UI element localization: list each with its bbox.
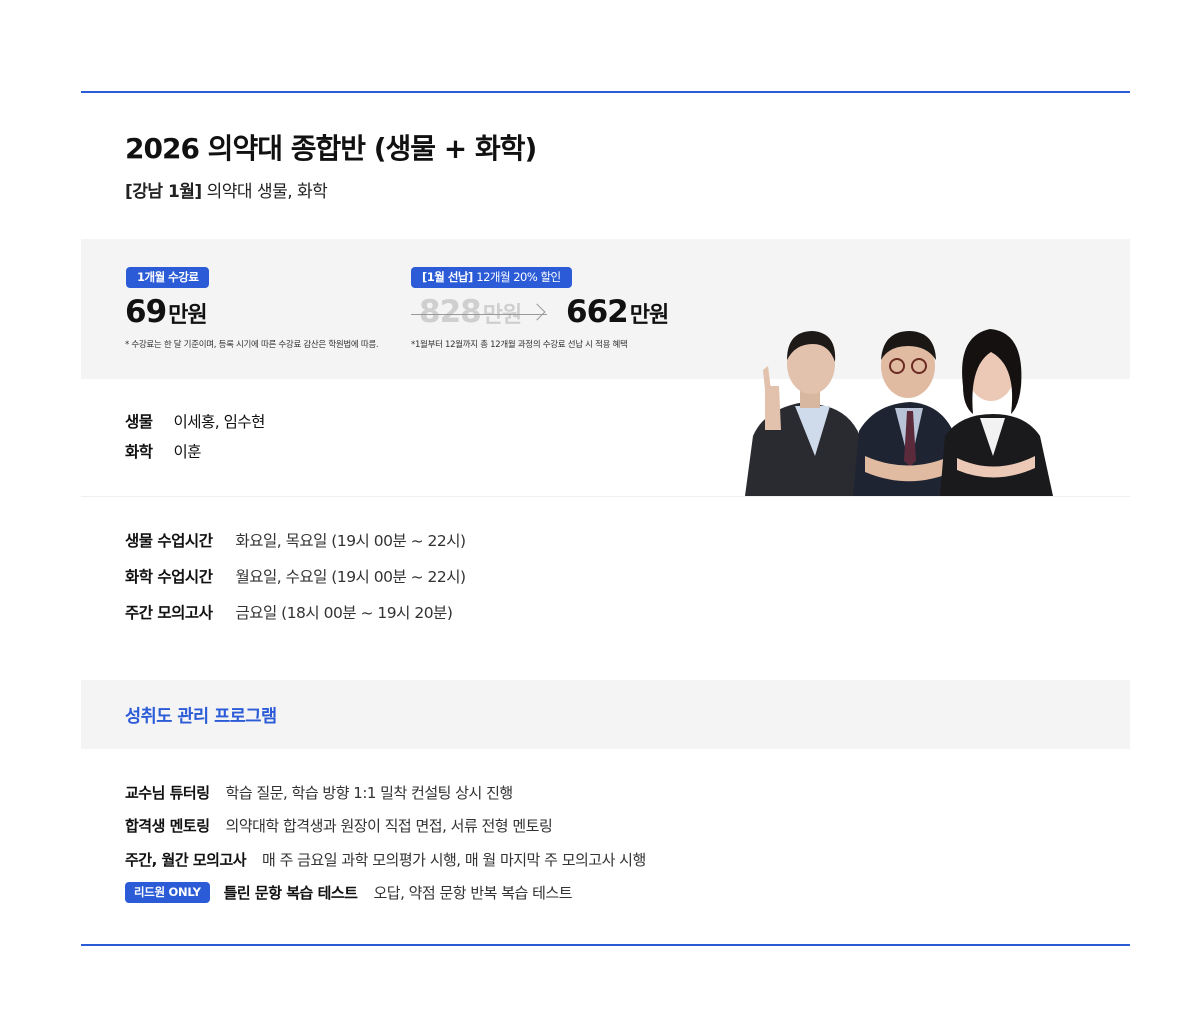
- monthly-price-amount: 69: [125, 294, 167, 330]
- schedule-label: 생물 수업시간: [125, 532, 213, 550]
- course-subjects: 의약대 생물, 화학: [206, 182, 328, 202]
- exclusive-badge: 리드원 ONLY: [125, 882, 210, 903]
- teacher-names: 이세홍, 임수현: [173, 413, 265, 431]
- original-price: 828만원: [419, 294, 522, 330]
- monthly-fee-note: * 수강료는 한 달 기준이며, 등록 시기에 따른 수강료 감산은 학원법에 …: [125, 340, 379, 350]
- discount-price-unit: 만원: [629, 303, 669, 328]
- schedule-value: 금요일 (18시 00분 ~ 19시 20분): [235, 604, 453, 622]
- program-item-desc: 의약대학 합격생과 원장이 직접 면접, 서류 전형 멘토링: [225, 817, 553, 835]
- bottom-divider: [81, 944, 1130, 946]
- program-item-desc: 오답, 약점 문항 반복 복습 테스트: [373, 884, 572, 902]
- schedule-label: 화학 수업시간: [125, 568, 213, 586]
- course-title: 2026 의약대 종합반 (생물 + 화학): [125, 132, 537, 165]
- program-item: 리드원 ONLY 틀린 문항 복습 테스트 오답, 약점 문항 반복 복습 테스…: [125, 882, 572, 903]
- teacher-names: 이훈: [173, 443, 201, 461]
- monthly-fee-badge: 1개월 수강료: [126, 267, 210, 288]
- schedule-value: 화요일, 목요일 (19시 00분 ~ 22시): [235, 532, 466, 550]
- schedule-label: 주간 모의고사: [125, 604, 213, 622]
- schedule-value: 월요일, 수요일 (19시 00분 ~ 22시): [235, 568, 466, 586]
- prepay-badge-text: 12개월 20% 할인: [476, 270, 561, 284]
- teacher-photo: [745, 329, 1053, 496]
- program-item: 합격생 멘토링 의약대학 합격생과 원장이 직접 면접, 서류 전형 멘토링: [125, 815, 553, 836]
- prepay-badge: [1월 선납] 12개월 20% 할인: [411, 267, 572, 288]
- program-item-label: 교수님 튜터링: [125, 784, 210, 802]
- teacher-subject: 생물: [125, 413, 153, 431]
- prepay-badge-label: [1월 선납]: [422, 270, 473, 284]
- teacher-row-chemistry: 화학 이훈: [125, 440, 201, 462]
- program-item-desc: 매 주 금요일 과학 모의평가 시행, 매 월 마지막 주 모의고사 시행: [262, 851, 646, 869]
- discount-price-amount: 662: [566, 294, 629, 330]
- discount-price: 662만원: [566, 294, 669, 330]
- schedule-row: 주간 모의고사 금요일 (18시 00분 ~ 19시 20분): [125, 601, 453, 623]
- teacher-subject: 화학: [125, 443, 153, 461]
- monthly-price: 69만원: [125, 294, 208, 330]
- course-subtitle: [강남 1월] 의약대 생물, 화학: [125, 177, 328, 202]
- branch-tag: [강남 1월]: [125, 182, 202, 202]
- program-item: 교수님 튜터링 학습 질문, 학습 방향 1:1 밀착 컨설팅 상시 진행: [125, 782, 513, 803]
- program-item-label: 틀린 문항 복습 테스트: [223, 884, 358, 902]
- program-title: 성취도 관리 프로그램: [125, 707, 277, 727]
- prepay-note: *1월부터 12월까지 총 12개월 과정의 수강료 선납 시 적용 혜택: [411, 340, 628, 350]
- program-item-label: 주간, 월간 모의고사: [125, 851, 247, 869]
- section-divider: [81, 496, 1130, 497]
- program-item: 주간, 월간 모의고사 매 주 금요일 과학 모의평가 시행, 매 월 마지막 …: [125, 849, 646, 870]
- schedule-row: 화학 수업시간 월요일, 수요일 (19시 00분 ~ 22시): [125, 565, 466, 587]
- original-price-amount: 828: [419, 294, 482, 330]
- teacher-row-biology: 생물 이세홍, 임수현: [125, 410, 265, 432]
- program-item-desc: 학습 질문, 학습 방향 1:1 밀착 컨설팅 상시 진행: [225, 784, 514, 802]
- schedule-row: 생물 수업시간 화요일, 목요일 (19시 00분 ~ 22시): [125, 529, 466, 551]
- original-price-unit: 만원: [482, 303, 522, 328]
- top-divider: [81, 91, 1130, 93]
- program-item-label: 합격생 멘토링: [125, 817, 210, 835]
- monthly-price-unit: 만원: [168, 303, 207, 328]
- strikethrough-arrow: [411, 314, 547, 315]
